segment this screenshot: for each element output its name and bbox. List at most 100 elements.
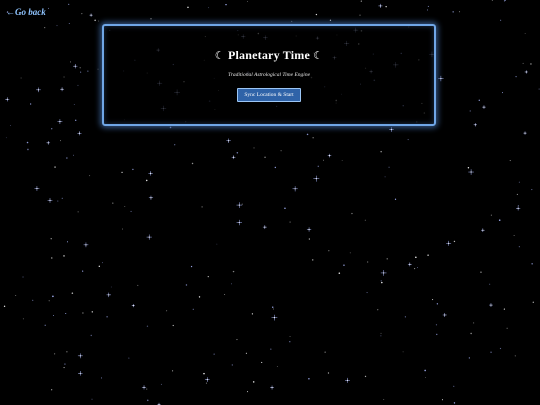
star-dot: [224, 294, 226, 295]
star-dot: [101, 262, 103, 264]
star-dot: [205, 382, 207, 384]
star-dot: [317, 165, 319, 168]
star-dot: [291, 20, 293, 22]
go-back-link[interactable]: ←Go back: [6, 7, 46, 17]
star-dot: [26, 141, 29, 144]
star-sparkle: [148, 171, 153, 176]
star-sparkle: [292, 186, 298, 192]
star-dot: [380, 280, 382, 282]
star-dot: [241, 203, 243, 205]
star-dot: [432, 299, 434, 301]
main-panel: ☾ Planetary Time ☾ Traditional Astrologi…: [102, 24, 436, 126]
star-dot: [122, 228, 123, 230]
star-dot: [208, 7, 210, 9]
star-dot: [54, 353, 56, 355]
star-dot: [441, 399, 443, 401]
star-sparkle: [77, 353, 83, 359]
star-dot: [478, 99, 480, 101]
star-dot: [166, 310, 168, 312]
star-sparkle: [389, 127, 394, 132]
star-dot: [323, 159, 324, 161]
star-dot: [146, 399, 149, 402]
star-dot: [75, 119, 77, 121]
star-dot: [54, 166, 56, 168]
star-dot: [71, 292, 74, 294]
star-dot: [364, 375, 367, 378]
star-dot: [284, 207, 286, 210]
star-dot: [453, 402, 456, 404]
star-dot: [359, 14, 361, 16]
star-dot: [172, 370, 174, 372]
star-sparkle: [226, 138, 231, 143]
star-dot: [132, 168, 134, 171]
star-dot: [518, 181, 520, 183]
star-dot: [311, 259, 314, 261]
sync-location-start-button[interactable]: Sync Location & Start: [237, 88, 301, 102]
star-dot: [203, 372, 205, 375]
star-dot: [47, 7, 49, 9]
star-dot: [160, 383, 162, 385]
star-dot: [380, 150, 382, 153]
star-dot: [91, 398, 93, 400]
star-dot: [351, 212, 353, 215]
star-dot: [98, 265, 100, 267]
star-dot: [328, 250, 330, 252]
star-dot: [380, 332, 382, 334]
star-dot: [343, 264, 345, 266]
star-dot: [63, 76, 65, 78]
star-dot: [245, 352, 247, 354]
star-dot: [112, 202, 114, 204]
star-sparkle: [57, 119, 63, 125]
star-dot: [289, 336, 291, 337]
star-dot: [524, 33, 526, 34]
star-dot: [146, 388, 148, 390]
star-sparkle: [523, 131, 527, 135]
star-sparkle: [378, 3, 383, 8]
star-dot: [66, 157, 68, 159]
star-dot: [312, 137, 314, 139]
star-dot: [82, 312, 84, 314]
star-dot: [509, 159, 511, 162]
star-dot: [70, 61, 71, 63]
star-dot: [522, 62, 524, 64]
star-dot: [91, 311, 93, 313]
star-dot: [261, 361, 263, 364]
star-sparkle: [146, 234, 152, 240]
star-dot: [503, 308, 505, 310]
star-dot: [417, 267, 418, 269]
star-sparkle: [5, 97, 10, 102]
star-sparkle: [271, 314, 278, 321]
star-dot: [349, 252, 351, 254]
star-dot: [44, 27, 46, 29]
star-sparkle: [34, 186, 40, 191]
star-dot: [52, 314, 55, 317]
star-sparkle: [47, 197, 53, 203]
star-dot: [5, 137, 7, 139]
star-dot: [366, 292, 368, 294]
star-dot: [201, 206, 203, 208]
star-dot: [121, 171, 123, 173]
star-sparkle: [344, 377, 350, 383]
star-dot: [289, 221, 291, 223]
star-dot: [187, 6, 189, 9]
star-dot: [97, 68, 99, 70]
star-dot: [306, 133, 309, 136]
star-sparkle: [482, 105, 486, 109]
star-dot: [231, 283, 232, 285]
star-dot: [94, 19, 96, 22]
star-dot: [501, 92, 504, 94]
star-dot: [467, 167, 470, 169]
star-dot: [276, 366, 278, 367]
star-dot: [22, 276, 24, 278]
star-dot: [407, 139, 409, 141]
star-sparkle: [141, 385, 147, 390]
star-dot: [272, 308, 274, 310]
star-dot: [280, 150, 282, 152]
star-dot: [514, 355, 516, 357]
star-dot: [63, 367, 65, 369]
star-dot: [77, 211, 79, 213]
star-dot: [517, 205, 519, 207]
star-dot: [264, 156, 266, 158]
star-dot: [377, 309, 379, 311]
star-dot: [459, 11, 461, 13]
